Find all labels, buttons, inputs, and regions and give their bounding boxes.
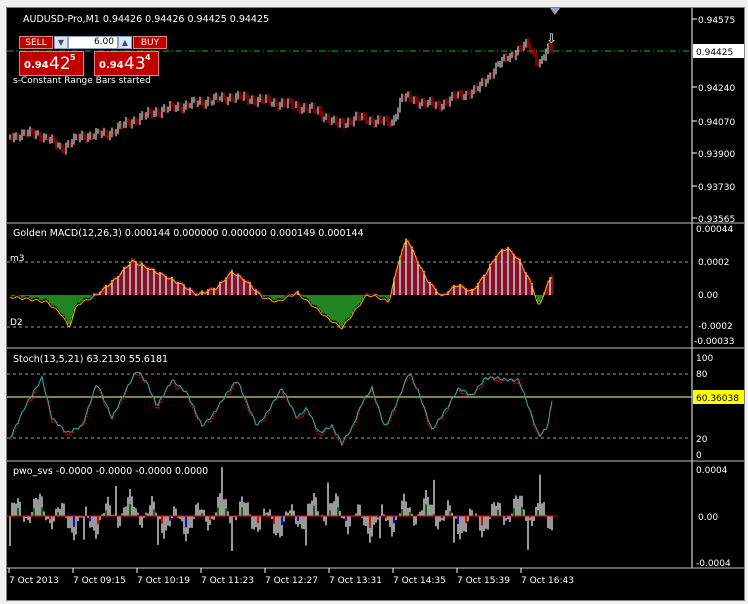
stoch-title: Stoch(13,5,21) 63.2130 55.6181 [13, 354, 168, 365]
sell-price-prefix: 0.94 [24, 60, 49, 71]
stoch-scale: 100 80 20 0 [696, 354, 713, 461]
buy-price-prefix: 0.94 [99, 60, 124, 71]
one-click-trading-panel: SELL ▼ 6.00 ▲ BUY 0.94 42 5 0.94 43 4 [19, 36, 167, 78]
macd-histogram [9, 238, 553, 330]
price-tick-label: 0.94575 [698, 16, 735, 26]
pwo-histogram [7, 467, 557, 552]
stoch-tick-label: 100 [696, 354, 713, 364]
macd-title: Golden MACD(12,26,3) 0.000144 0.000000 0… [13, 228, 364, 239]
stoch-lines [9, 371, 553, 448]
price-tick-label: 0.94070 [698, 118, 735, 128]
stoch-tick-label: 20 [696, 435, 708, 445]
buy-price-pips: 43 [124, 54, 146, 74]
macd-left-label-top: m3 [10, 254, 25, 264]
time-label: 7 Oct 13:31 [329, 576, 382, 586]
macd-tick-label: 0.0002 [698, 258, 730, 268]
lot-size-input[interactable]: 6.00 [68, 36, 118, 49]
time-label: 7 Oct 2013 [9, 576, 59, 586]
chart-window[interactable]: AUDUSD-Pro,M1 0.94426 0.94426 0.94425 0.… [6, 7, 745, 601]
time-label: 7 Oct 11:23 [201, 576, 254, 586]
pwo-tick-label: -0.0004 [696, 559, 731, 569]
chart-canvas[interactable]: AUDUSD-Pro,M1 0.94426 0.94426 0.94425 0.… [7, 8, 744, 600]
pwo-tick-label: 0.0004 [696, 466, 728, 476]
macd-tick-label: -0.0002 [698, 322, 733, 332]
stoch-tick-label: 80 [696, 370, 708, 380]
buy-price-fraction: 4 [145, 53, 151, 62]
sell-price-fraction: 5 [70, 53, 76, 62]
pwo-pane[interactable]: pwo_svs -0.0000 -0.0000 -0.0000 0.0000 0… [7, 466, 731, 569]
macd-pane[interactable]: Golden MACD(12,26,3) 0.000144 0.000000 0… [7, 225, 734, 347]
macd-scale: 0.00044 0.0002 0.00 -0.0002 -0.00033 [694, 225, 734, 347]
time-label: 7 Oct 12:27 [265, 576, 318, 586]
lot-decrease-button[interactable]: ▼ [54, 36, 68, 49]
sell-button[interactable]: SELL [19, 36, 53, 49]
pwo-scale: 0.0004 0.00 -0.0004 [696, 466, 731, 569]
price-tick-label: 0.93730 [698, 183, 735, 193]
stochastic-pane[interactable]: Stoch(13,5,21) 63.2130 55.6181 100 80 20… [7, 354, 744, 461]
down-arrow-icon: ⇩ [546, 32, 557, 47]
sell-price-pips: 42 [49, 54, 71, 74]
stoch-main-line [9, 371, 553, 446]
lot-increase-button[interactable]: ▲ [118, 36, 132, 49]
time-axis: 7 Oct 2013 7 Oct 09:15 7 Oct 10:19 7 Oct… [8, 568, 574, 586]
macd-tick-label: 0.00 [698, 291, 718, 301]
stoch-tick-label: 0 [696, 451, 702, 461]
macd-tick-label: -0.00033 [694, 337, 734, 347]
time-label: 7 Oct 10:19 [137, 576, 190, 586]
time-label: 7 Oct 15:39 [457, 576, 510, 586]
time-label: 7 Oct 09:15 [73, 576, 126, 586]
price-tick-label: 0.93565 [698, 215, 735, 225]
price-tick-label: 0.93900 [698, 150, 735, 160]
price-tick-label: 0.94240 [698, 84, 735, 94]
pwo-tick-label: 0.00 [698, 513, 718, 523]
time-label: 7 Oct 14:35 [393, 576, 446, 586]
stoch-value-label: 60.36038 [696, 394, 739, 404]
stoch-signal-line [9, 373, 553, 448]
macd-signal-line [9, 239, 553, 330]
terminal-frame: AUDUSD-Pro,M1 0.94426 0.94426 0.94425 0.… [0, 0, 748, 604]
macd-tick-label: 0.00044 [696, 225, 733, 235]
buy-button[interactable]: BUY [133, 36, 167, 49]
pwo-title: pwo_svs -0.0000 -0.0000 -0.0000 0.0000 [13, 466, 208, 477]
sell-price-button[interactable]: 0.94 42 5 [19, 51, 84, 76]
window-title: AUDUSD-Pro,M1 0.94426 0.94426 0.94425 0.… [23, 14, 269, 25]
buy-price-button[interactable]: 0.94 43 4 [94, 51, 159, 76]
time-label: 7 Oct 16:43 [521, 576, 574, 586]
chart-shift-marker[interactable] [550, 8, 560, 15]
current-price-label: 0.94425 [696, 48, 733, 58]
